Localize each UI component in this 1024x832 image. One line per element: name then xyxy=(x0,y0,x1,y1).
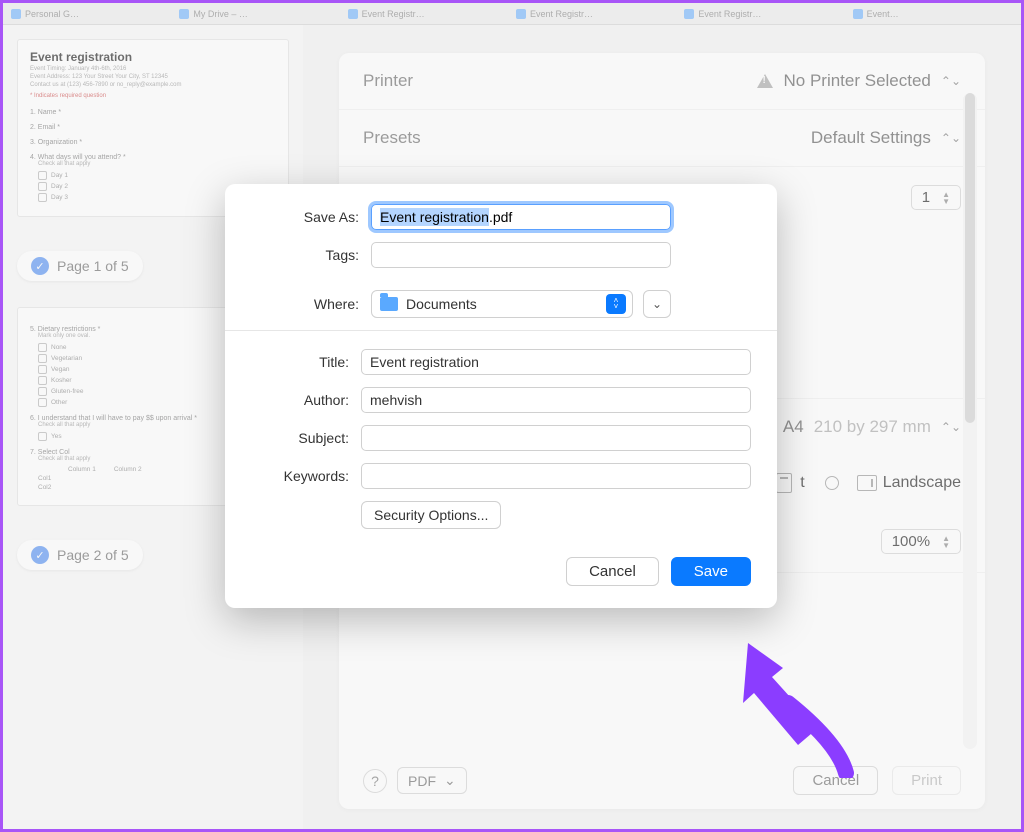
presets-row[interactable]: Presets Default Settings ⌃⌄ xyxy=(339,110,985,167)
scrollbar-thumb[interactable] xyxy=(965,93,975,423)
tab[interactable]: Event… xyxy=(853,3,1013,24)
print-button[interactable]: Print xyxy=(892,766,961,795)
radio-icon[interactable] xyxy=(825,476,839,490)
cancel-button[interactable]: Cancel xyxy=(566,557,659,586)
saveas-field[interactable]: Event registration.pdf xyxy=(371,204,671,230)
pdf-dropdown[interactable]: PDF ⌄ xyxy=(397,767,467,794)
check-icon: ✓ xyxy=(31,546,49,564)
chevron-down-icon: ⌄ xyxy=(444,772,456,789)
browser-tabs: Personal G… My Drive – … Event Registr… … xyxy=(3,3,1021,25)
subject-label: Subject: xyxy=(251,430,361,446)
thumb-title: Event registration xyxy=(30,50,276,64)
where-dropdown[interactable]: Documents ˄˅ xyxy=(371,290,633,318)
keywords-field[interactable] xyxy=(361,463,751,489)
tab[interactable]: My Drive – … xyxy=(179,3,339,24)
subject-field[interactable] xyxy=(361,425,751,451)
print-cancel-button[interactable]: Cancel xyxy=(793,766,878,795)
orientation-portrait[interactable]: t xyxy=(776,473,804,493)
keywords-label: Keywords: xyxy=(251,468,361,484)
chevron-updown-icon: ˄˅ xyxy=(606,294,626,314)
tags-field[interactable] xyxy=(371,242,671,268)
help-button[interactable]: ? xyxy=(363,769,387,793)
page-badge-2[interactable]: ✓ Page 2 of 5 xyxy=(17,540,143,570)
stepper-arrows-icon[interactable]: ▲▼ xyxy=(942,535,950,549)
chevron-down-icon: ⌄ xyxy=(652,297,662,311)
scrollbar[interactable] xyxy=(963,93,977,749)
security-options-button[interactable]: Security Options... xyxy=(361,501,501,529)
tab[interactable]: Event Registr… xyxy=(348,3,508,24)
chevron-updown-icon: ⌃⌄ xyxy=(941,74,961,88)
copies-stepper[interactable]: 1 ▲▼ xyxy=(911,185,961,210)
chevron-updown-icon: ⌃⌄ xyxy=(941,420,961,434)
folder-icon xyxy=(380,297,398,311)
tab[interactable]: Event Registr… xyxy=(516,3,676,24)
chevron-updown-icon: ⌃⌄ xyxy=(941,131,961,145)
landscape-icon xyxy=(857,475,877,491)
author-label: Author: xyxy=(251,392,361,408)
title-label: Title: xyxy=(251,354,361,370)
check-icon: ✓ xyxy=(31,257,49,275)
author-field[interactable] xyxy=(361,387,751,413)
save-button[interactable]: Save xyxy=(671,557,751,586)
tab[interactable]: Personal G… xyxy=(11,3,171,24)
tab[interactable]: Event Registr… xyxy=(684,3,844,24)
title-field[interactable] xyxy=(361,349,751,375)
stepper-arrows-icon[interactable]: ▲▼ xyxy=(942,191,950,205)
scale-stepper[interactable]: 100% ▲▼ xyxy=(881,529,961,554)
page-badge-1[interactable]: ✓ Page 1 of 5 xyxy=(17,251,143,281)
save-pdf-sheet: Save As: Event registration.pdf Tags: Wh… xyxy=(225,184,777,608)
where-label: Where: xyxy=(251,296,371,312)
tags-label: Tags: xyxy=(251,247,371,263)
portrait-icon xyxy=(776,473,792,493)
printer-row[interactable]: Printer No Printer Selected ⌃⌄ xyxy=(339,53,985,110)
expand-location-button[interactable]: ⌄ xyxy=(643,290,671,318)
warning-icon xyxy=(757,74,773,88)
orientation-landscape[interactable]: Landscape xyxy=(859,473,961,493)
saveas-label: Save As: xyxy=(251,209,371,225)
